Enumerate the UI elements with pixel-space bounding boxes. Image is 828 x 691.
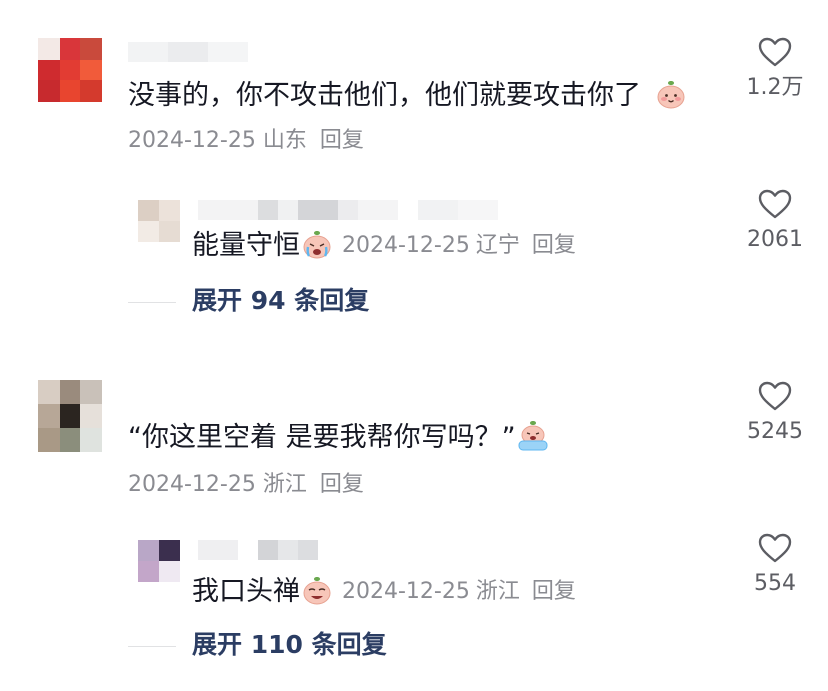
username-blurred[interactable] <box>128 42 248 62</box>
smiling-peach-emoji <box>657 80 685 108</box>
expand-replies-button[interactable]: 展开 94 条回复 <box>192 284 369 318</box>
comment-body: 没事的，你不攻击他们，他们就要攻击你了 <box>128 80 641 111</box>
reply-button[interactable]: 回复 <box>320 128 364 153</box>
reply-button[interactable]: 回复 <box>532 579 576 604</box>
weeping-peach-emoji <box>303 576 331 604</box>
expand-replies-button[interactable]: 展开 110 条回复 <box>192 628 387 662</box>
reply-button[interactable]: 回复 <box>532 233 576 258</box>
tearful-peach-emoji <box>518 420 548 450</box>
reply-date: 2024-12-25 <box>342 232 470 258</box>
like-count: 554 <box>754 571 796 596</box>
comment-location: 浙江 <box>262 472 307 497</box>
comment-text: “你这里空着 是要我帮你写吗？” <box>128 420 550 456</box>
comment-meta: 2024-12-25 浙江 回复 <box>128 470 364 500</box>
like-button[interactable]: 2061 <box>730 188 820 254</box>
comment-date: 2024-12-25 <box>128 472 256 497</box>
comment-date: 2024-12-25 <box>128 128 256 153</box>
reply-text: 能量守恒 2024-12-25 辽宁 回复 <box>192 228 576 265</box>
heart-outline-icon <box>758 189 792 219</box>
avatar[interactable] <box>38 38 102 102</box>
like-count: 1.2万 <box>746 75 804 100</box>
expand-divider <box>128 302 176 303</box>
avatar[interactable] <box>138 540 180 582</box>
comment-text: 没事的，你不攻击他们，他们就要攻击你了 <box>128 78 688 114</box>
like-button[interactable]: 554 <box>730 532 820 598</box>
expand-replies-label: 展开 94 条回复 <box>192 286 370 315</box>
reply-body: 我口头禅 <box>192 576 300 607</box>
reply-date: 2024-12-25 <box>342 578 470 604</box>
crying-peach-emoji <box>303 230 331 258</box>
heart-outline-icon <box>758 533 792 563</box>
like-count: 5245 <box>747 419 803 444</box>
reply-text: 我口头禅 2024-12-25 浙江 回复 <box>192 574 576 611</box>
like-count: 2061 <box>747 227 803 252</box>
expand-divider <box>128 646 176 647</box>
like-button[interactable]: 5245 <box>730 380 820 446</box>
heart-outline-icon <box>758 37 792 67</box>
heart-outline-icon <box>758 381 792 411</box>
comment-body: “你这里空着 是要我帮你写吗？” <box>128 422 516 453</box>
reply-body: 能量守恒 <box>192 230 300 261</box>
avatar[interactable] <box>38 380 102 452</box>
reply-location: 辽宁 <box>475 232 520 258</box>
expand-replies-label: 展开 110 条回复 <box>192 630 387 659</box>
username-blurred[interactable] <box>198 200 502 220</box>
comment-meta: 2024-12-25 山东 回复 <box>128 126 364 156</box>
avatar[interactable] <box>138 200 180 242</box>
like-button[interactable]: 1.2万 <box>730 36 820 102</box>
comment-location: 山东 <box>262 128 307 153</box>
username-blurred[interactable] <box>198 540 322 560</box>
reply-location: 浙江 <box>475 578 520 604</box>
reply-button[interactable]: 回复 <box>320 472 364 497</box>
